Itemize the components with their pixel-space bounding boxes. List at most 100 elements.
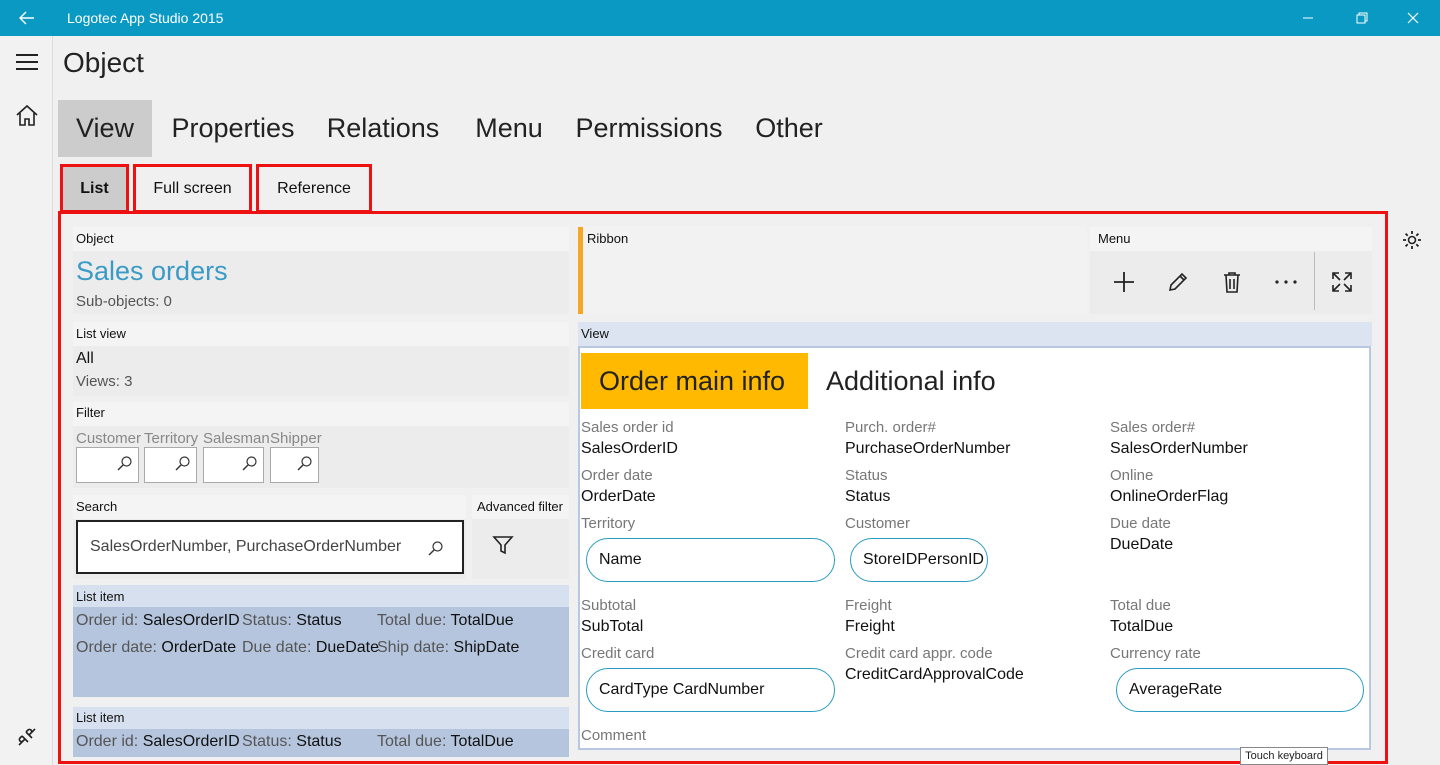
due-date-value: DueDate xyxy=(315,639,379,656)
filter-salesman-input[interactable] xyxy=(203,447,264,483)
filter-salesman-label: Salesman xyxy=(203,430,270,447)
tab-order-main-info[interactable]: Order main info xyxy=(581,353,808,409)
due-date-value: DueDate xyxy=(1110,536,1174,553)
search-field[interactable] xyxy=(76,520,464,574)
tab-view[interactable]: View xyxy=(58,100,152,157)
hamburger-icon xyxy=(15,54,38,70)
ship-date-label: Ship date: xyxy=(377,639,450,656)
total-due-label: Total due: xyxy=(377,612,447,629)
due-date-label: Due date xyxy=(1110,515,1171,532)
total-due-value: TotalDue xyxy=(450,612,514,629)
credit-card-lookup[interactable]: CardType CardNumber xyxy=(586,668,835,712)
app-title: Logotec App Studio 2015 xyxy=(67,10,224,26)
plug-icon xyxy=(17,728,36,746)
search-label: Search xyxy=(76,499,118,514)
subtab-full-screen[interactable]: Full screen xyxy=(133,164,252,213)
views-count: Views: 3 xyxy=(76,373,133,390)
tab-properties[interactable]: Properties xyxy=(160,100,306,157)
total-due-value: TotalDue xyxy=(450,733,514,750)
filter-customer-label: Customer xyxy=(76,430,142,447)
search-icon xyxy=(428,541,443,556)
currency-rate-lookup[interactable]: AverageRate xyxy=(1116,668,1364,712)
connection-button[interactable] xyxy=(0,726,53,748)
subtab-reference[interactable]: Reference xyxy=(256,164,372,213)
list-view-value: All xyxy=(76,350,94,367)
customer-lookup[interactable]: StoreIDPersonID xyxy=(850,538,988,582)
advanced-filter-button[interactable] xyxy=(492,534,514,556)
order-id-label: Order id: xyxy=(76,733,139,750)
territory-lookup[interactable]: Name xyxy=(586,538,835,582)
object-name[interactable]: Sales orders xyxy=(76,256,228,287)
minimize-button[interactable] xyxy=(1281,0,1335,36)
add-button[interactable] xyxy=(1104,262,1144,302)
edit-button[interactable] xyxy=(1158,262,1198,302)
hamburger-menu-button[interactable] xyxy=(0,53,53,71)
minimize-icon xyxy=(1303,17,1313,19)
online-value: OnlineOrderFlag xyxy=(1110,488,1229,505)
ribbon-panel[interactable] xyxy=(578,227,1086,314)
purch-order-label: Purch. order# xyxy=(845,419,936,436)
object-label: Object xyxy=(76,231,114,246)
cc-approval-value: CreditCardApprovalCode xyxy=(845,666,1024,683)
tab-additional-info[interactable]: Additional info xyxy=(826,353,996,409)
search-input[interactable] xyxy=(90,528,410,566)
search-icon xyxy=(117,456,132,471)
comment-label: Comment xyxy=(581,727,647,744)
trash-icon xyxy=(1224,272,1240,293)
filter-shipper-label: Shipper xyxy=(270,430,322,447)
close-button[interactable] xyxy=(1386,0,1440,36)
view-header xyxy=(578,322,1372,346)
subtab-list[interactable]: List xyxy=(60,164,129,213)
delete-button[interactable] xyxy=(1212,262,1252,302)
gear-icon xyxy=(1403,231,1421,249)
list-item-total-due: Total due: TotalDue xyxy=(377,733,514,751)
filter-label: Filter xyxy=(76,405,105,420)
order-date-value: OrderDate xyxy=(581,488,656,505)
more-button[interactable] xyxy=(1266,262,1306,302)
list-item-status: Status: Status xyxy=(242,733,342,751)
tab-relations[interactable]: Relations xyxy=(318,100,448,157)
restore-button[interactable] xyxy=(1335,0,1389,36)
search-header xyxy=(73,495,466,519)
filter-territory-input[interactable] xyxy=(144,447,197,483)
list-item-order-date: Order date: OrderDate xyxy=(76,639,236,657)
fullscreen-button[interactable] xyxy=(1322,262,1362,302)
pencil-icon xyxy=(1168,272,1188,292)
credit-card-label: Credit card xyxy=(581,645,655,662)
list-item-status: Status: Status xyxy=(242,612,342,630)
due-date-label: Due date: xyxy=(242,639,312,656)
order-id-value: SalesOrderID xyxy=(142,733,240,750)
tab-menu[interactable]: Menu xyxy=(462,100,556,157)
currency-rate-label: Currency rate xyxy=(1110,645,1201,662)
title-bar: Logotec App Studio 2015 xyxy=(0,0,1440,36)
territory-label: Territory xyxy=(581,515,636,532)
arrow-left-icon xyxy=(18,11,34,25)
search-icon xyxy=(297,456,312,471)
sales-order-number-value: SalesOrderNumber xyxy=(1110,440,1248,457)
home-button[interactable] xyxy=(0,104,53,126)
order-date-label: Order date: xyxy=(76,639,157,656)
list-item-label: List item xyxy=(76,710,125,725)
filter-customer-input[interactable] xyxy=(76,447,139,483)
customer-label: Customer xyxy=(845,515,911,532)
tab-permissions[interactable]: Permissions xyxy=(568,100,730,157)
filter-shipper-input[interactable] xyxy=(270,447,319,483)
plus-icon xyxy=(1114,272,1134,292)
menu-divider xyxy=(1314,252,1315,310)
list-item-due-date: Due date: DueDate xyxy=(242,639,379,657)
tab-other[interactable]: Other xyxy=(742,100,836,157)
settings-button[interactable] xyxy=(1400,228,1424,252)
status-value: Status xyxy=(845,488,891,505)
list-item-row-1: Order id: SalesOrderID xyxy=(76,612,240,630)
advanced-filter-label: Advanced filter xyxy=(477,499,563,514)
back-button[interactable] xyxy=(0,0,53,36)
list-item-total-due: Total due: TotalDue xyxy=(377,612,514,630)
page-title: Object xyxy=(63,47,144,78)
order-date-value: OrderDate xyxy=(161,639,237,656)
sales-order-number-label: Sales order# xyxy=(1110,419,1196,436)
sales-order-id-value: SalesOrderID xyxy=(581,440,678,457)
online-label: Online xyxy=(1110,467,1154,484)
total-due-label: Total due xyxy=(1110,597,1171,614)
sales-order-id-label: Sales order id xyxy=(581,419,674,436)
menu-header xyxy=(1090,227,1372,251)
